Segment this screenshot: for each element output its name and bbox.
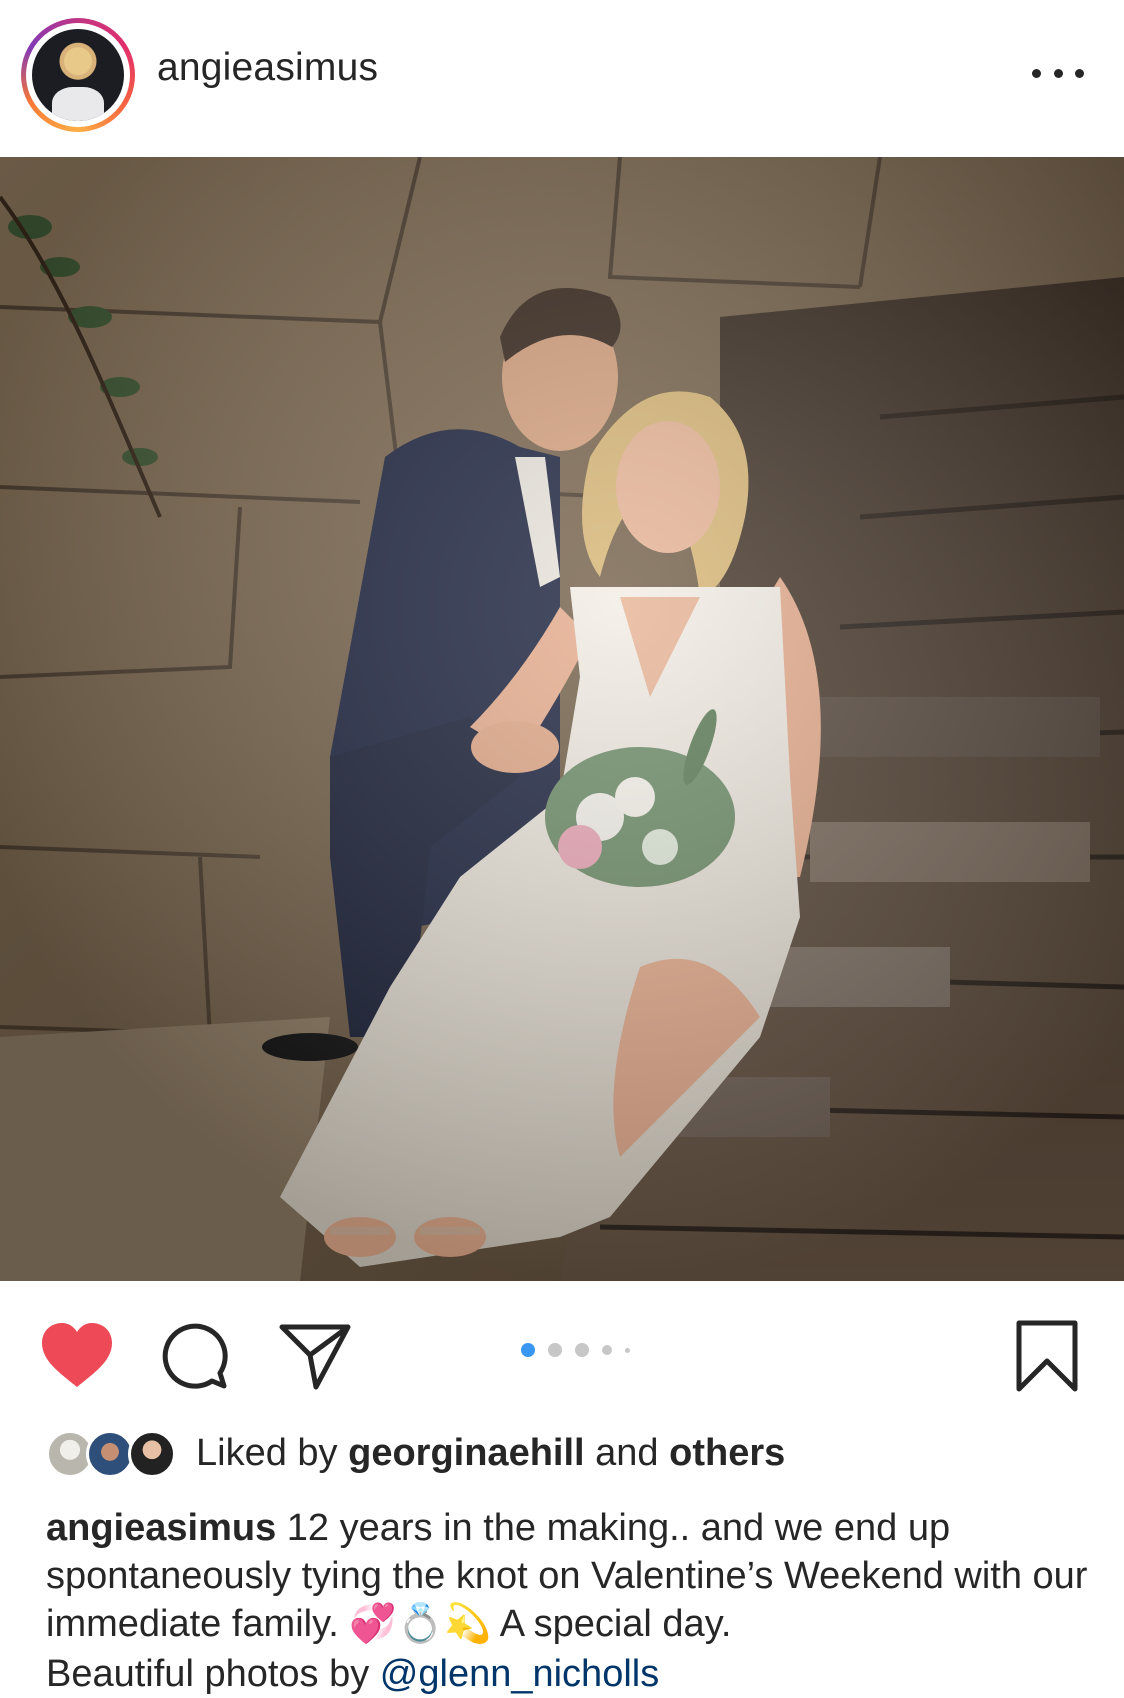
carousel-indicator	[521, 1343, 630, 1357]
carousel-dot	[625, 1347, 630, 1353]
carousel-dot	[548, 1343, 562, 1357]
liker-avatar	[128, 1430, 176, 1478]
post-header: angieasimus	[0, 0, 1124, 156]
wedding-photo-illustration	[0, 157, 1124, 1281]
more-options-icon[interactable]	[1032, 58, 1084, 88]
likes-row[interactable]: Liked by georginaehill and others	[46, 1428, 1086, 1482]
send-icon[interactable]	[278, 1321, 352, 1391]
comment-icon[interactable]	[162, 1323, 230, 1391]
caption-mention-link[interactable]: @glenn_nicholls	[380, 1653, 659, 1695]
liker-avatars	[46, 1428, 186, 1482]
bookmark-icon[interactable]	[1014, 1319, 1080, 1393]
carousel-dot	[575, 1343, 589, 1357]
caption-credit-prefix: Beautiful photos by	[46, 1653, 370, 1695]
likes-text: Liked by georginaehill and others	[196, 1432, 785, 1475]
likes-prefix: Liked by	[196, 1432, 338, 1474]
carousel-dot	[602, 1345, 612, 1355]
profile-avatar[interactable]	[21, 18, 135, 132]
likes-middle: and	[595, 1432, 659, 1474]
likes-others-link[interactable]: others	[669, 1432, 785, 1474]
caption-next-line: Beautiful photos by @glenn_nicholls	[46, 1650, 659, 1698]
heart-filled-icon[interactable]	[40, 1321, 114, 1389]
liker-username[interactable]: georginaehill	[348, 1432, 584, 1474]
post-photo[interactable]	[0, 157, 1124, 1281]
carousel-dot-active	[521, 1343, 535, 1357]
post-caption: angieasimus 12 years in the making.. and…	[46, 1504, 1096, 1648]
post-username[interactable]: angieasimus	[157, 46, 378, 90]
liker-avatar	[86, 1430, 134, 1478]
caption-username[interactable]: angieasimus	[46, 1507, 276, 1549]
